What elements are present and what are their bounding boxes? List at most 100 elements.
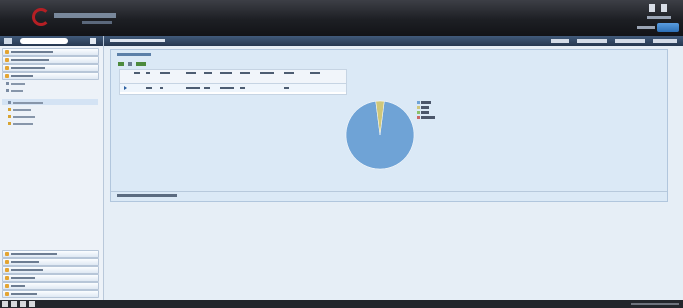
main-content [104,36,683,300]
sidebar-item-3[interactable] [2,64,99,72]
partner-logo-icon [29,301,35,307]
sidebar-item-label [11,75,33,77]
tree-item-label [13,123,33,125]
tree-item-label [13,102,43,104]
header-context-text [647,16,671,19]
folder-icon [5,50,9,54]
sidebar-item-5[interactable] [2,250,99,258]
folder-icon [5,58,9,62]
breadcrumb [110,39,165,42]
table-cell [204,87,210,89]
sidebar-item-label [11,261,39,263]
panel-toolbar [118,62,148,67]
table-row[interactable] [120,84,346,92]
sidebar-item-label [11,293,37,295]
toolbar-action[interactable] [136,62,146,66]
footer-bar [0,300,683,308]
tree-icon [6,82,9,85]
tree-item-label [11,90,23,92]
user-button[interactable] [657,23,679,32]
panel-divider [111,191,667,192]
table-header [120,70,346,84]
column-header[interactable] [260,72,274,74]
legend-swatch [417,106,420,109]
panel-status [117,194,177,197]
toolbar-separator [128,62,132,66]
partner-logo-icon [20,301,26,307]
table-cell [186,87,200,89]
sidebar-item-6[interactable] [2,258,99,266]
column-header[interactable] [146,72,150,74]
tree-icon [8,122,11,125]
legend-label [421,111,429,114]
column-header[interactable] [160,72,170,74]
sidebar-item-1[interactable] [2,48,99,56]
folder-icon [5,66,9,70]
sidebar-item-2[interactable] [2,56,99,64]
sidebar-item-label [11,277,35,279]
logo-subtitle [54,13,116,18]
sidebar-item-label [11,253,57,255]
folder-icon [5,252,9,256]
sidebar-search-input[interactable] [20,38,68,44]
settings-icon[interactable] [661,4,667,12]
column-header[interactable] [284,72,294,74]
sidebar-item-7[interactable] [2,266,99,274]
column-header[interactable] [220,72,232,74]
sidebar-item-label [11,67,45,69]
legend-label [421,106,429,109]
sidebar-item-4[interactable] [2,72,99,80]
logo-ring-icon [32,8,50,26]
sidebar-item-label [11,59,49,61]
row-expand-icon[interactable] [124,86,127,90]
action-link-1[interactable] [551,39,569,43]
column-header[interactable] [310,72,320,74]
app-header [0,0,683,36]
tree-icon [8,108,11,111]
sidebar-item-label [11,51,53,53]
legend-swatch [417,116,420,119]
tree-item-label [11,83,25,85]
sidebar-item-10[interactable] [2,290,99,298]
action-link-3[interactable] [615,39,645,43]
user-label [637,26,655,29]
table-cell [146,87,152,89]
folder-icon [5,74,9,78]
tree-item-label [13,116,35,118]
sidebar-item-8[interactable] [2,274,99,282]
brand-logo[interactable] [4,7,124,31]
sidebar-item-9[interactable] [2,282,99,290]
column-header[interactable] [186,72,196,74]
table-cell [160,87,163,89]
folder-icon [5,284,9,288]
refresh-icon[interactable] [118,62,124,66]
table-cell [220,87,234,89]
logo-tagline [82,21,112,24]
breadcrumb-actions [551,39,679,43]
action-link-4[interactable] [653,39,677,43]
folder-icon [5,292,9,296]
column-header[interactable] [134,72,140,74]
panel-title [117,53,151,56]
sidebar-toolbar [0,36,103,46]
action-link-2[interactable] [577,39,607,43]
partner-logo-icon [2,301,8,307]
detail-panel [110,49,668,202]
legend-label [421,101,431,104]
tree-icon [6,89,9,92]
pie-chart [345,100,415,170]
sidebar-search-dropdown-icon[interactable] [90,38,96,44]
folder-icon [5,260,9,264]
help-icon[interactable] [649,4,655,12]
legend-label [421,116,435,119]
tree-item-label [13,109,31,111]
sidebar-collapse-icon[interactable] [4,38,12,44]
legend-swatch [417,101,420,104]
partner-logo-icon [11,301,17,307]
tree-icon [8,115,11,118]
tree-icon [8,101,11,104]
table-cell [284,87,289,89]
column-header[interactable] [240,72,250,74]
footer-logos [2,301,62,307]
column-header[interactable] [204,72,212,74]
